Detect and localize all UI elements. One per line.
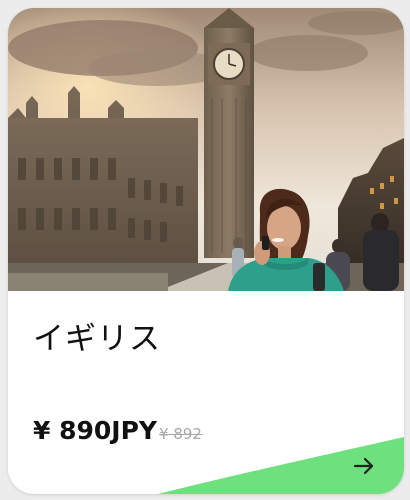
arrow-right-icon xyxy=(353,457,374,475)
destination-card[interactable]: イギリス ¥ 890JPY ¥ 892 xyxy=(8,8,404,494)
go-button[interactable] xyxy=(350,452,378,480)
accent-wave xyxy=(158,437,404,494)
destination-title: イギリス xyxy=(33,321,161,357)
destination-photo xyxy=(8,8,404,291)
